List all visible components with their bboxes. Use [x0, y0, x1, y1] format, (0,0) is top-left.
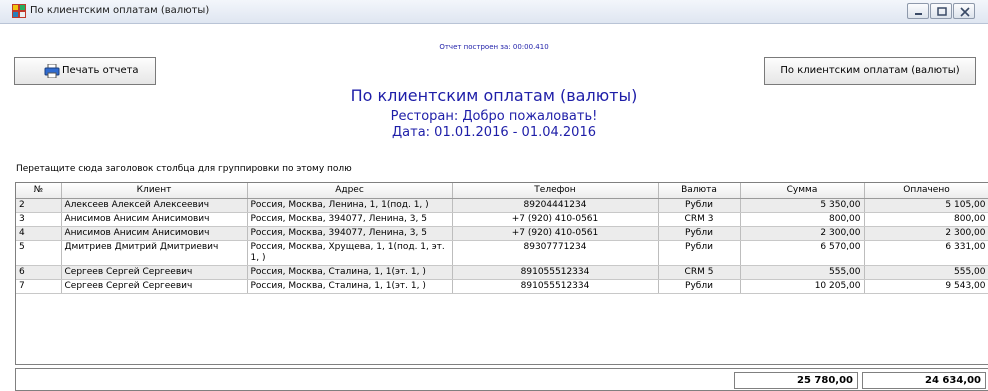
cell-client: Дмитриев Дмитрий Дмитриевич [61, 240, 248, 266]
restaurant-label: Ресторан: Добро пожаловать! [390, 109, 598, 124]
column-header-currency[interactable]: Валюта [658, 183, 741, 199]
cell-sum: 2 300,00 [740, 226, 865, 241]
cell-num: 3 [16, 212, 62, 227]
app-grid-icon [12, 4, 26, 18]
cell-currency: CRM 3 [658, 212, 741, 227]
column-header-sum[interactable]: Сумма [740, 183, 865, 199]
cell-paid: 2 300,00 [864, 226, 988, 241]
cell-client: Анисимов Анисим Анисимович [61, 226, 248, 241]
cell-address: Россия, Москва, Сталина, 1, 1(эт. 1, ) [247, 279, 453, 294]
total-paid: 24 634,00 [862, 372, 986, 389]
cell-client: Анисимов Анисим Анисимович [61, 212, 248, 227]
table-row[interactable]: 5 Дмитриев Дмитрий Дмитриевич Россия, Мо… [16, 240, 988, 266]
window-title: По клиентским оплатам (валюты) [30, 5, 210, 16]
close-button[interactable] [953, 3, 975, 19]
table-row[interactable]: 2 Алексеев Алексей Алексеевич Россия, Мо… [16, 198, 988, 213]
column-header-phone[interactable]: Телефон [452, 183, 659, 199]
close-icon [960, 7, 970, 17]
cell-phone: 89307771234 [452, 240, 659, 266]
cell-address: Россия, Москва, Ленина, 1, 1(под. 1, ) [247, 198, 453, 213]
table-header-row: № Клиент Адрес Телефон Валюта Сумма Опла… [16, 183, 988, 199]
printer-icon [44, 64, 60, 78]
cell-num: 4 [16, 226, 62, 241]
print-report-label: Печать отчета [62, 65, 139, 76]
cell-paid: 5 105,00 [864, 198, 988, 213]
minimize-icon [915, 13, 922, 15]
table-row[interactable]: 6 Сергеев Сергей Сергеевич Россия, Москв… [16, 265, 988, 280]
window-titlebar: По клиентским оплатам (валюты) [0, 0, 988, 24]
cell-phone: 89204441234 [452, 198, 659, 213]
cell-phone: 891055512334 [452, 279, 659, 294]
generation-time: Отчет построен за: 00:00.410 [439, 43, 549, 51]
maximize-button[interactable] [930, 3, 952, 19]
column-header-client[interactable]: Клиент [61, 183, 248, 199]
cell-currency: Рубли [658, 279, 741, 294]
cell-paid: 9 543,00 [864, 279, 988, 294]
cell-currency: Рубли [658, 226, 741, 241]
group-by-area[interactable]: Перетащите сюда заголовок столбца для гр… [16, 164, 352, 174]
print-report-button[interactable]: Печать отчета [14, 57, 156, 85]
column-header-address[interactable]: Адрес [247, 183, 453, 199]
cell-address: Россия, Москва, Сталина, 1, 1(эт. 1, ) [247, 265, 453, 280]
cell-address: Россия, Москва, 394077, Ленина, 3, 5 [247, 226, 453, 241]
report-type-button[interactable]: По клиентским оплатам (валюты) [764, 57, 976, 85]
cell-paid: 800,00 [864, 212, 988, 227]
cell-num: 7 [16, 279, 62, 294]
cell-currency: Рубли [658, 198, 741, 213]
table-row[interactable]: 7 Сергеев Сергей Сергеевич Россия, Москв… [16, 279, 988, 294]
cell-sum: 6 570,00 [740, 240, 865, 266]
date-range: Дата: 01.01.2016 - 01.04.2016 [392, 125, 596, 140]
cell-currency: CRM 5 [658, 265, 741, 280]
minimize-button[interactable] [907, 3, 929, 19]
cell-client: Алексеев Алексей Алексеевич [61, 198, 248, 213]
cell-num: 6 [16, 265, 62, 280]
cell-sum: 10 205,00 [740, 279, 865, 294]
maximize-icon [937, 7, 947, 16]
cell-address: Россия, Москва, 394077, Ленина, 3, 5 [247, 212, 453, 227]
payments-grid: № Клиент Адрес Телефон Валюта Сумма Опла… [15, 182, 988, 365]
column-header-num[interactable]: № [16, 183, 62, 199]
table-row[interactable]: 4 Анисимов Анисим Анисимович Россия, Мос… [16, 226, 988, 241]
cell-sum: 5 350,00 [740, 198, 865, 213]
cell-sum: 555,00 [740, 265, 865, 280]
cell-client: Сергеев Сергей Сергеевич [61, 265, 248, 280]
payments-table: № Клиент Адрес Телефон Валюта Сумма Опла… [16, 183, 988, 294]
cell-phone: 891055512334 [452, 265, 659, 280]
cell-address: Россия, Москва, Хрущева, 1, 1(под. 1, эт… [247, 240, 453, 266]
total-sum: 25 780,00 [734, 372, 858, 389]
cell-currency: Рубли [658, 240, 741, 266]
column-header-paid[interactable]: Оплачено [864, 183, 988, 199]
cell-sum: 800,00 [740, 212, 865, 227]
cell-phone: +7 (920) 410-0561 [452, 226, 659, 241]
cell-paid: 555,00 [864, 265, 988, 280]
cell-num: 2 [16, 198, 62, 213]
cell-paid: 6 331,00 [864, 240, 988, 266]
cell-phone: +7 (920) 410-0561 [452, 212, 659, 227]
report-title: По клиентским оплатам (валюты) [350, 86, 638, 105]
cell-num: 5 [16, 240, 62, 266]
cell-client: Сергеев Сергей Сергеевич [61, 279, 248, 294]
table-row[interactable]: 3 Анисимов Анисим Анисимович Россия, Мос… [16, 212, 988, 227]
